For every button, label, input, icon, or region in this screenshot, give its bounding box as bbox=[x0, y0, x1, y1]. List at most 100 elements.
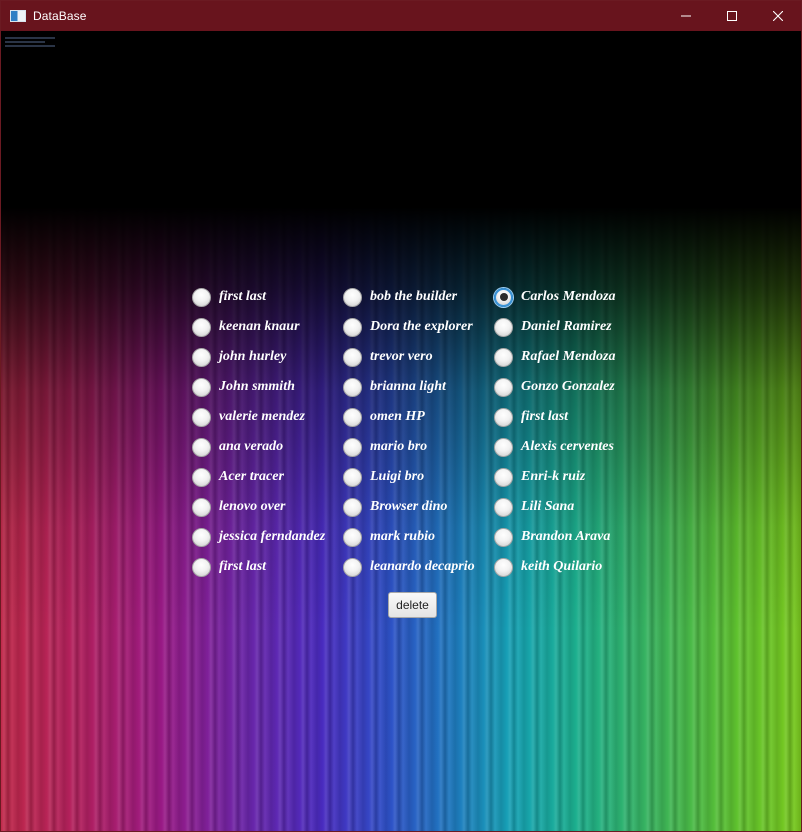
radio-option[interactable]: first last bbox=[191, 282, 342, 312]
radio-option[interactable]: Luigi bro bbox=[342, 462, 493, 492]
radio-button[interactable] bbox=[192, 377, 211, 397]
radio-button[interactable] bbox=[192, 527, 211, 547]
radio-label: Browser dino bbox=[370, 499, 448, 514]
radio-button[interactable] bbox=[343, 497, 362, 517]
radio-option[interactable]: lenovo over bbox=[191, 492, 342, 522]
radio-option[interactable]: John smmith bbox=[191, 372, 342, 402]
radio-button[interactable] bbox=[343, 407, 362, 427]
radio-option[interactable]: Brandon Arava bbox=[493, 522, 633, 552]
radio-button[interactable] bbox=[192, 437, 211, 457]
radio-label: valerie mendez bbox=[219, 409, 305, 424]
radio-column: bob the builder Dora the explorer trevor v… bbox=[342, 282, 493, 582]
radio-option[interactable]: Lili Sana bbox=[493, 492, 633, 522]
radio-option[interactable]: jessica ferndandez bbox=[191, 522, 342, 552]
radio-label: Luigi bro bbox=[370, 469, 425, 484]
radio-option[interactable]: valerie mendez bbox=[191, 402, 342, 432]
radio-option[interactable]: Dora the explorer bbox=[342, 312, 493, 342]
radio-label: Daniel Ramirez bbox=[521, 319, 612, 334]
radio-label: jessica ferndandez bbox=[219, 529, 326, 544]
radio-option[interactable]: keenan knaur bbox=[191, 312, 342, 342]
logo-bar bbox=[5, 37, 55, 39]
radio-option[interactable]: Alexis cerventes bbox=[493, 432, 633, 462]
radio-option[interactable]: brianna light bbox=[342, 372, 493, 402]
radio-label: ana verado bbox=[219, 439, 284, 454]
radio-label: omen HP bbox=[370, 409, 425, 424]
minimize-icon bbox=[681, 15, 691, 17]
radio-label: Gonzo Gonzalez bbox=[521, 379, 615, 394]
radio-option[interactable]: Carlos Mendoza bbox=[493, 282, 633, 312]
radio-label: lenovo over bbox=[219, 499, 286, 514]
app-icon bbox=[10, 10, 26, 22]
radio-option[interactable]: first last bbox=[493, 402, 633, 432]
close-icon bbox=[773, 11, 783, 21]
radio-label: first last bbox=[521, 409, 569, 424]
radio-label: Enri-k ruiz bbox=[521, 469, 586, 484]
close-button[interactable] bbox=[755, 1, 801, 31]
radio-button[interactable] bbox=[192, 467, 211, 487]
radio-option[interactable]: leanardo decaprio bbox=[342, 552, 493, 582]
radio-button[interactable] bbox=[343, 347, 362, 367]
window-title: DataBase bbox=[33, 9, 87, 23]
radio-button[interactable] bbox=[494, 347, 513, 367]
radio-button[interactable] bbox=[343, 437, 362, 457]
title-bar[interactable]: DataBase bbox=[1, 1, 801, 31]
radio-label: trevor vero bbox=[370, 349, 433, 364]
radio-option[interactable]: mario bro bbox=[342, 432, 493, 462]
corner-logo bbox=[5, 35, 59, 55]
radio-option[interactable]: first last bbox=[191, 552, 342, 582]
radio-label: keenan knaur bbox=[219, 319, 300, 334]
radio-label: Rafael Mendoza bbox=[521, 349, 616, 364]
delete-button[interactable]: delete bbox=[388, 592, 437, 618]
radio-label: Lili Sana bbox=[521, 499, 575, 514]
minimize-button[interactable] bbox=[663, 1, 709, 31]
radio-option[interactable]: ana verado bbox=[191, 432, 342, 462]
radio-option[interactable]: keith Quilario bbox=[493, 552, 633, 582]
radio-label: first last bbox=[219, 559, 267, 574]
maximize-icon bbox=[727, 11, 737, 21]
radio-option[interactable]: Acer tracer bbox=[191, 462, 342, 492]
radio-button[interactable] bbox=[192, 557, 211, 577]
radio-button[interactable] bbox=[343, 287, 362, 307]
radio-button[interactable] bbox=[343, 527, 362, 547]
maximize-button[interactable] bbox=[709, 1, 755, 31]
radio-option[interactable]: john hurley bbox=[191, 342, 342, 372]
window-controls bbox=[663, 1, 801, 31]
radio-label: mark rubio bbox=[370, 529, 435, 544]
main-content: first last keenan knaur john hurley John sm… bbox=[1, 31, 801, 831]
radio-grid: first last keenan knaur john hurley John sm… bbox=[191, 282, 633, 582]
radio-option[interactable]: Browser dino bbox=[342, 492, 493, 522]
radio-button[interactable] bbox=[494, 437, 513, 457]
radio-option[interactable]: Daniel Ramirez bbox=[493, 312, 633, 342]
radio-button[interactable] bbox=[494, 527, 513, 547]
radio-option[interactable]: trevor vero bbox=[342, 342, 493, 372]
radio-option[interactable]: omen HP bbox=[342, 402, 493, 432]
radio-option[interactable]: bob the builder bbox=[342, 282, 493, 312]
radio-button[interactable] bbox=[494, 497, 513, 517]
radio-button[interactable] bbox=[192, 407, 211, 427]
radio-button[interactable] bbox=[192, 497, 211, 517]
radio-button[interactable] bbox=[494, 557, 513, 577]
radio-label: leanardo decaprio bbox=[370, 559, 475, 574]
radio-option[interactable]: Gonzo Gonzalez bbox=[493, 372, 633, 402]
radio-label: first last bbox=[219, 289, 267, 304]
radio-option[interactable]: Enri-k ruiz bbox=[493, 462, 633, 492]
radio-button[interactable] bbox=[343, 467, 362, 487]
radio-button[interactable] bbox=[494, 407, 513, 427]
radio-button-selected[interactable] bbox=[494, 287, 513, 307]
radio-column: Carlos Mendoza Daniel Ramirez Rafael Mendo… bbox=[493, 282, 633, 582]
radio-button[interactable] bbox=[494, 467, 513, 487]
radio-column: first last keenan knaur john hurley John sm… bbox=[191, 282, 342, 582]
radio-button[interactable] bbox=[343, 317, 362, 337]
radio-button[interactable] bbox=[343, 557, 362, 577]
app-window: DataBase first last keenan knaur john hu… bbox=[0, 0, 802, 832]
radio-option[interactable]: mark rubio bbox=[342, 522, 493, 552]
radio-option[interactable]: Rafael Mendoza bbox=[493, 342, 633, 372]
radio-button[interactable] bbox=[192, 287, 211, 307]
radio-button[interactable] bbox=[494, 377, 513, 397]
radio-label: Acer tracer bbox=[219, 469, 284, 484]
radio-button[interactable] bbox=[494, 317, 513, 337]
radio-button[interactable] bbox=[343, 377, 362, 397]
radio-button[interactable] bbox=[192, 317, 211, 337]
radio-button[interactable] bbox=[192, 347, 211, 367]
logo-bar bbox=[5, 41, 45, 43]
